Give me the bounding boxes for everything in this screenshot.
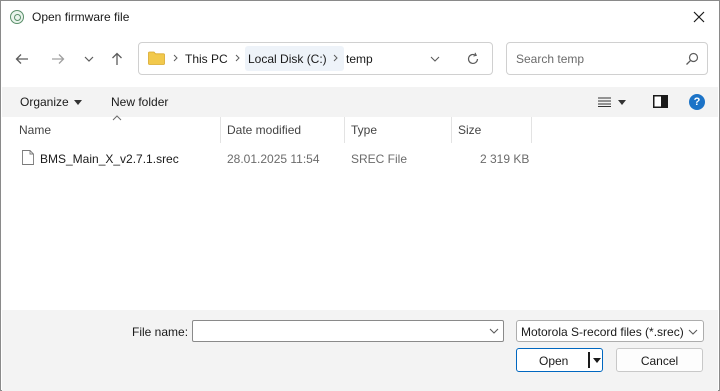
column-header-type[interactable]: Type	[351, 123, 377, 137]
organize-label: Organize	[20, 95, 69, 109]
column-divider[interactable]	[531, 117, 532, 143]
list-view-icon	[598, 97, 611, 107]
search-icon	[686, 52, 699, 65]
open-button[interactable]: Open	[516, 348, 603, 372]
change-view-button[interactable]	[598, 94, 630, 110]
title-bar: Open firmware file	[1, 1, 719, 33]
split-divider	[588, 352, 590, 368]
file-date-cell: 28.01.2025 11:54	[227, 152, 320, 166]
chevron-down-icon	[430, 56, 440, 62]
address-dropdown-button[interactable]	[428, 52, 442, 66]
file-type-filter-value: Motorola S-record files (*.srec)	[521, 325, 684, 339]
help-glyph: ?	[693, 96, 701, 108]
cancel-label: Cancel	[640, 354, 679, 368]
app-icon	[10, 10, 24, 24]
up-arrow-icon	[112, 52, 122, 65]
close-button[interactable]	[679, 1, 719, 33]
bottom-panel: File name: Motorola S-record files (*.sr…	[2, 310, 718, 391]
folder-icon	[148, 51, 165, 65]
sort-ascending-icon	[112, 115, 122, 121]
close-icon	[693, 11, 705, 23]
caret-down-icon	[593, 357, 601, 363]
column-header-name[interactable]: Name	[19, 123, 51, 137]
up-button[interactable]	[105, 47, 129, 71]
open-options-button[interactable]	[592, 354, 602, 366]
caret-down-icon	[73, 99, 82, 105]
breadcrumb-local-disk[interactable]: Local Disk (C:)	[248, 52, 327, 66]
file-name-field[interactable]	[192, 320, 504, 342]
chevron-down-icon	[84, 56, 94, 62]
filter-dropdown-button[interactable]	[687, 326, 699, 338]
file-name-cell: BMS_Main_X_v2.7.1.srec	[40, 152, 179, 166]
address-bar[interactable]: This PC Local Disk (C:) temp	[138, 42, 493, 75]
caret-down-icon	[618, 99, 626, 105]
window-title: Open firmware file	[32, 10, 130, 24]
column-divider[interactable]	[451, 117, 452, 143]
organize-button[interactable]: Organize	[20, 95, 82, 109]
file-size-cell: 2 319 KB	[480, 152, 530, 166]
new-folder-button[interactable]: New folder	[111, 95, 168, 109]
new-folder-label: New folder	[111, 95, 169, 109]
refresh-button[interactable]	[465, 51, 481, 67]
column-divider[interactable]	[220, 117, 221, 143]
file-type-filter-select[interactable]: Motorola S-record files (*.srec)	[516, 320, 704, 342]
file-list: Name Date modified Type Size BMS_Main_X_…	[2, 115, 718, 310]
search-placeholder: Search temp	[516, 52, 585, 66]
breadcrumb-separator-icon	[232, 51, 242, 65]
forward-arrow-icon	[52, 54, 65, 64]
breadcrumb-this-pc[interactable]: This PC	[185, 52, 228, 66]
open-label: Open	[539, 354, 569, 368]
forward-button[interactable]	[46, 47, 70, 71]
chevron-down-icon	[688, 329, 698, 335]
cancel-button[interactable]: Cancel	[616, 348, 703, 372]
open-file-dialog: Open firmware file This PC Local Disk (C…	[0, 0, 720, 391]
refresh-icon	[467, 52, 479, 65]
column-divider[interactable]	[344, 117, 345, 143]
back-button[interactable]	[10, 47, 34, 71]
help-icon[interactable]: ?	[689, 94, 705, 110]
breadcrumb-separator-icon	[170, 51, 180, 65]
back-arrow-icon	[15, 54, 28, 64]
breadcrumb-temp[interactable]: temp	[346, 52, 373, 66]
command-bar: Organize New folder ?	[2, 87, 718, 117]
column-header-date-modified[interactable]: Date modified	[227, 123, 301, 137]
preview-pane-icon[interactable]	[653, 95, 668, 108]
file-name-dropdown-button[interactable]	[488, 325, 500, 337]
navigation-row: This PC Local Disk (C:) temp Search temp	[1, 41, 719, 77]
file-icon	[22, 150, 34, 165]
recent-locations-button[interactable]	[77, 47, 101, 71]
file-row[interactable]: BMS_Main_X_v2.7.1.srec 28.01.2025 11:54 …	[2, 146, 718, 170]
chevron-down-icon	[489, 328, 499, 334]
column-header-size[interactable]: Size	[458, 123, 481, 137]
file-type-cell: SREC File	[351, 152, 408, 166]
breadcrumb-separator-icon	[330, 51, 340, 65]
search-input[interactable]: Search temp	[506, 42, 708, 75]
file-name-label: File name:	[132, 325, 189, 339]
